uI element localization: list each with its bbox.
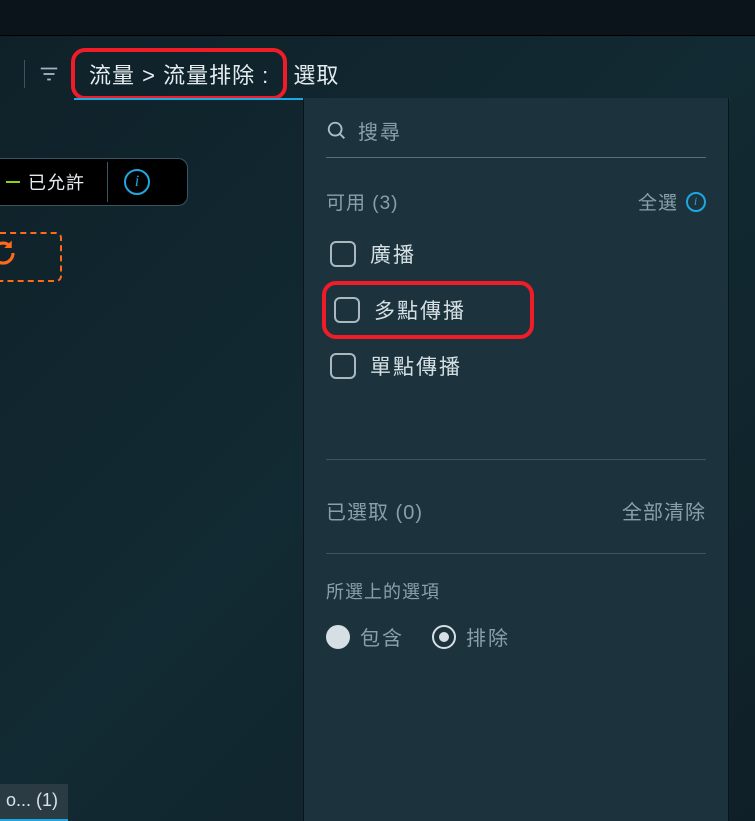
refresh-icon	[0, 238, 18, 268]
option-multicast[interactable]: 多點傳播	[322, 281, 534, 339]
breadcrumb-trailing[interactable]: 選取	[293, 58, 339, 90]
clear-all-button[interactable]: 全部清除	[622, 496, 706, 525]
allowed-label: 已允許	[28, 169, 85, 195]
option-label: 廣播	[370, 239, 416, 269]
search-icon	[326, 120, 358, 147]
radio-exclude[interactable]: 排除	[432, 622, 510, 651]
chosen-options-title: 所選上的選項	[326, 578, 706, 604]
bottom-left-chip[interactable]: o... (1)	[0, 784, 68, 821]
app-root: 流量 > 流量排除 : 選取 已允許 i o... (1)	[0, 0, 755, 821]
allowed-indicator	[6, 181, 20, 183]
available-count: 可用 (3)	[326, 188, 399, 215]
info-icon[interactable]: i	[124, 169, 150, 195]
allowed-pill[interactable]: 已允許 i	[0, 158, 188, 206]
drop-target[interactable]	[0, 232, 62, 282]
top-bar	[0, 0, 755, 36]
checkbox[interactable]	[334, 297, 360, 323]
search-row	[326, 116, 706, 158]
filter-panel: 可用 (3) 全選 i 廣播 多點傳播 單點傳播 已選取 (0) 全部清除	[303, 98, 729, 821]
divider	[24, 60, 25, 88]
selected-header: 已選取 (0) 全部清除	[326, 459, 706, 553]
tab-underline-active	[74, 98, 304, 100]
filter-icon[interactable]	[35, 60, 63, 88]
info-icon[interactable]: i	[686, 192, 706, 212]
radio-dot-icon	[439, 632, 449, 642]
search-input[interactable]	[358, 122, 706, 145]
breadcrumb-row: 流量 > 流量排除 : 選取	[0, 48, 755, 100]
option-label: 單點傳播	[370, 351, 462, 381]
radio-icon	[326, 625, 350, 649]
radio-group: 包含 排除	[326, 622, 706, 651]
radio-include[interactable]: 包含	[326, 622, 404, 651]
option-label: 多點傳播	[374, 295, 466, 325]
select-all-button[interactable]: 全選 i	[638, 188, 706, 215]
checkbox[interactable]	[330, 353, 356, 379]
breadcrumb-highlight: 流量 > 流量排除 :	[71, 48, 287, 100]
available-header: 可用 (3) 全選 i	[326, 188, 706, 215]
radio-label: 包含	[360, 622, 404, 651]
radio-icon	[432, 625, 456, 649]
select-all-label: 全選	[638, 188, 678, 215]
chosen-options-section: 所選上的選項 包含 排除	[326, 553, 706, 671]
divider	[107, 162, 108, 202]
checkbox[interactable]	[330, 241, 356, 267]
option-unicast[interactable]: 單點傳播	[326, 341, 706, 391]
option-broadcast[interactable]: 廣播	[326, 229, 706, 279]
breadcrumb-text: 流量 > 流量排除 :	[89, 58, 269, 90]
options-list: 廣播 多點傳播 單點傳播	[326, 229, 706, 459]
radio-label: 排除	[466, 622, 510, 651]
bottom-left-label: o... (1)	[6, 790, 58, 810]
selected-count: 已選取 (0)	[326, 496, 423, 525]
